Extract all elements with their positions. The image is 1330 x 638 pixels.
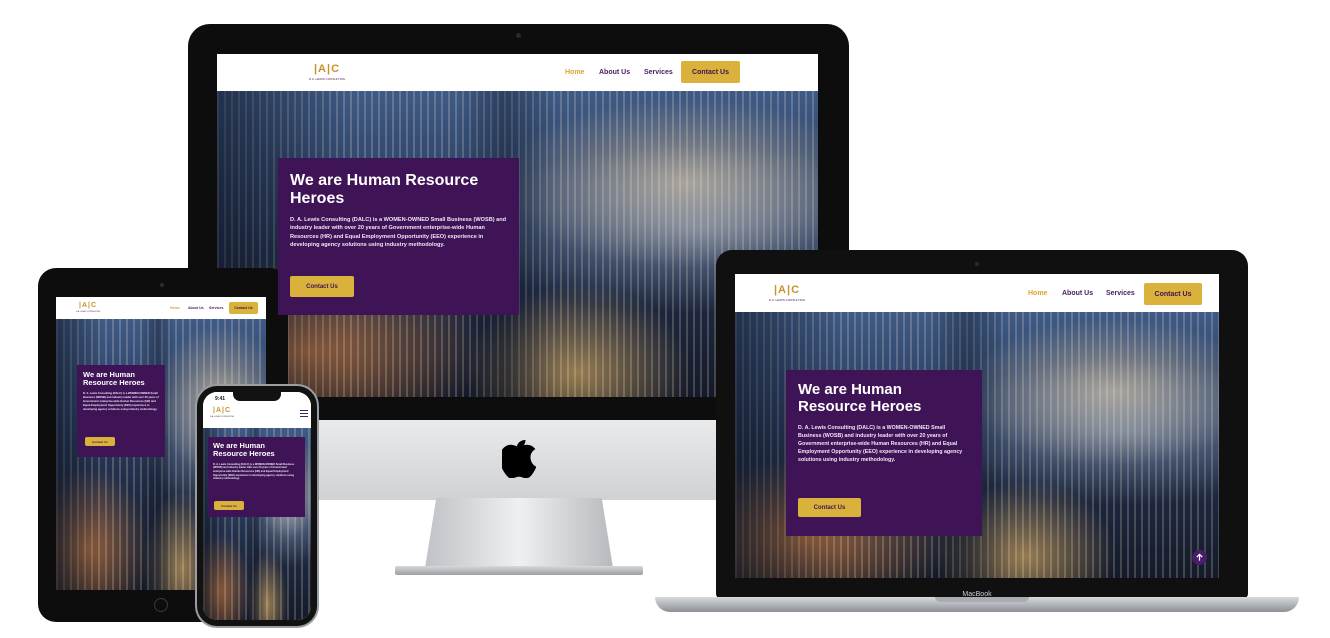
tablet-camera [160,283,164,287]
hero-description: D. A. Lewis Consulting (DALC) is a WOMEN… [213,462,295,481]
nav-contact-button[interactable]: Contact Us [1144,283,1202,305]
home-button-icon[interactable] [154,598,168,612]
site-logo[interactable]: |A|C D.A. LEWIS CONSULTING [74,302,102,316]
hero-card: We are Human Resource Heroes D. A. Lewis… [786,370,982,536]
hero-contact-button[interactable]: Contact Us [214,501,244,510]
hero-title: We are Human Resource Heroes [83,370,145,388]
navbar: |A|C D.A. LEWIS CONSULTING Home About Us… [56,297,266,319]
nav-services[interactable]: Services [209,306,223,310]
navbar: 9:41 |A|C D.A. LEWIS CONSULTING [203,392,311,428]
hero-title: We are Human Resource Heroes [213,441,275,459]
phone-screen: 9:41 |A|C D.A. LEWIS CONSULTING We are H… [203,392,311,620]
site-logo[interactable]: |A|C D.A. LEWIS CONSULTING [762,284,812,306]
navbar: |A|C D.A. LEWIS CONSULTING Home About Us… [735,274,1219,312]
nav-contact-button[interactable]: Contact Us [229,302,258,314]
nav-home[interactable]: Home [1028,290,1047,297]
nav-contact-button[interactable]: Contact Us [681,61,740,83]
nav-about-us[interactable]: About Us [1062,290,1093,297]
apple-logo-icon [502,439,536,478]
hero-section: We are Human Resource Heroes D. A. Lewis… [203,428,311,620]
site-logo[interactable]: |A|C D.A. LEWIS CONSULTING [303,63,351,85]
hero-description: D. A. Lewis Consulting (DALC) is a WOMEN… [83,391,159,411]
hero-description: D. A. Lewis Consulting (DALC) is a WOMEN… [290,216,507,248]
nav-services[interactable]: Services [1106,290,1135,297]
nav-about-us[interactable]: About Us [599,69,630,76]
laptop-notch [935,597,1029,602]
hero-contact-button[interactable]: Contact Us [85,437,115,446]
navbar: |A|C D.A. LEWIS CONSULTING Home About Us… [217,54,818,91]
nav-home[interactable]: Home [170,306,180,310]
nav-services[interactable]: Services [644,69,673,76]
laptop-screen: |A|C D.A. LEWIS CONSULTING Home About Us… [735,274,1219,578]
hero-title: We are Human Resource Heroes [290,172,479,207]
laptop-camera [975,262,979,266]
hero-section: We are Human Resource Heroes D. A. Lewis… [735,312,1219,578]
imac-camera [516,33,521,38]
hero-card: We are Human Resource Heroes D. A. Lewis… [208,437,305,517]
hero-card: We are Human Resource Heroes D. A. Lewis… [278,158,519,315]
imac-stand [425,498,613,568]
nav-about-us[interactable]: About Us [188,306,204,310]
scroll-top-button[interactable] [1192,550,1207,565]
hero-card: We are Human Resource Heroes D. A. Lewis… [77,365,165,457]
phone-notch [233,392,281,401]
scroll-top-arrow-icon [1196,553,1203,561]
site-logo[interactable]: |A|C D.A. LEWIS CONSULTING [209,407,235,421]
status-time: 9:41 [215,396,226,402]
imac-foot [395,566,643,575]
hamburger-menu-icon[interactable] [300,410,308,417]
hero-contact-button[interactable]: Contact Us [798,498,861,517]
hero-description: D. A. Lewis Consulting (DALC) is a WOMEN… [798,424,963,464]
hero-title: We are Human Resource Heroes [798,381,922,415]
hero-contact-button[interactable]: Contact Us [290,276,354,297]
nav-home[interactable]: Home [565,69,584,76]
